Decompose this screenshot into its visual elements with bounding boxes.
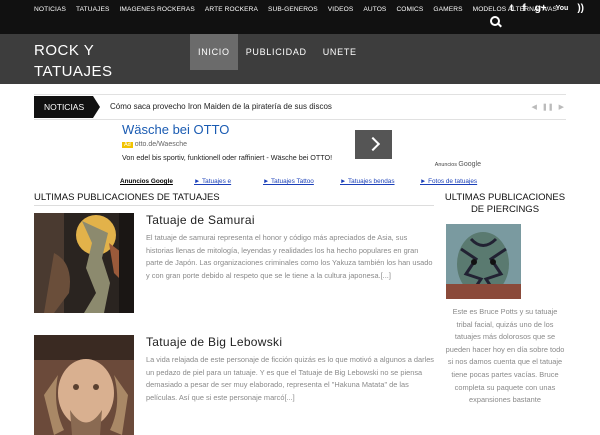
ticker-controls: ◀ ❚❚ ▶ xyxy=(531,103,564,111)
topnav-autos[interactable]: AUTOS xyxy=(363,0,386,20)
nav-inicio[interactable]: INICIO xyxy=(190,34,238,70)
post-thumbnail-big-lebowski[interactable] xyxy=(34,335,134,435)
nav-unete[interactable]: UNETE xyxy=(315,34,365,70)
sidebar-title: ULTIMAS PUBLICACIONES DE PIERCINGS xyxy=(444,192,566,215)
post-excerpt: El tatuaje de samurai representa el hono… xyxy=(146,233,433,280)
ad-link-3[interactable]: ► Tatuajes bendas xyxy=(340,178,395,185)
rss-icon[interactable]: )) xyxy=(577,4,584,14)
main-navigation: INICIO PUBLICIDAD UNETE xyxy=(190,34,365,70)
topnav-videos[interactable]: VIDEOS xyxy=(328,0,354,20)
ad-description: Von edel bis sportiv, funktionell oder r… xyxy=(122,153,333,162)
post-title[interactable]: Tatuaje de Big Lebowski xyxy=(146,335,282,349)
ad-links: Anuncios Google ► Tatuajes e ► Tatuajes … xyxy=(118,178,484,186)
topnav-sub-generos[interactable]: SUB-GENEROS xyxy=(268,0,318,20)
topnav-gamers[interactable]: GAMERS xyxy=(433,0,462,20)
topnav-noticias[interactable]: NOTICIAS xyxy=(34,0,66,20)
ad-link-4[interactable]: ► Fotos de tatuajes xyxy=(420,178,477,185)
prev-icon[interactable]: ◀ xyxy=(531,103,536,111)
topnav-arte-rockera[interactable]: ARTE ROCKERA xyxy=(205,0,258,20)
logo-line-1: ROCK Y xyxy=(34,42,95,59)
google-logo: Google xyxy=(458,161,481,168)
ad-link-1[interactable]: ► Tatuajes e xyxy=(194,178,231,185)
section-divider xyxy=(34,205,434,206)
post-title[interactable]: Tatuaje de Samurai xyxy=(146,213,255,227)
ad-title[interactable]: Wäsche bei OTTO xyxy=(122,122,229,137)
ad-arrow-button[interactable] xyxy=(355,130,392,159)
post-excerpt: La vida relajada de este personaje de fi… xyxy=(146,355,435,402)
ad-badge: Ad xyxy=(122,142,133,148)
social-links: t f g+ You )) xyxy=(510,4,584,14)
topnav-comics[interactable]: COMICS xyxy=(396,0,423,20)
topnav-imagenes-rockeras[interactable]: IMAGENES ROCKERAS xyxy=(119,0,194,20)
site-logo[interactable]: ROCK Y TATUAJES xyxy=(34,40,194,82)
topnav-tatuajes[interactable]: TATUAJES xyxy=(76,0,110,20)
ad-attribution: Anuncios Google xyxy=(435,161,481,168)
post-thumbnail-samurai[interactable] xyxy=(34,213,134,313)
ad-url: Ad otto.de/Waesche xyxy=(122,141,187,148)
top-navigation: NOTICIAS TATUAJES IMAGENES ROCKERAS ARTE… xyxy=(34,0,557,20)
ticker-label: NOTICIAS xyxy=(34,96,100,118)
ad-link-2[interactable]: ► Tatuajes Tattoo xyxy=(263,178,314,185)
sidebar-piercing-thumbnail[interactable] xyxy=(446,224,521,299)
ad-attribution-label: Anuncios xyxy=(434,162,457,168)
ad-banner[interactable]: Wäsche bei OTTO Ad otto.de/Waesche Von ed… xyxy=(118,121,484,175)
sidebar-excerpt: Este es Bruce Potts y su tatuaje tribal … xyxy=(445,307,565,405)
twitter-icon[interactable]: t xyxy=(510,4,513,14)
ad-link-google[interactable]: Anuncios Google xyxy=(120,178,173,185)
section-title: ULTIMAS PUBLICACIONES DE TATUAJES xyxy=(34,192,220,203)
news-ticker: NOTICIAS Cómo saca provecho Iron Maiden … xyxy=(34,94,566,120)
nav-publicidad[interactable]: PUBLICIDAD xyxy=(238,34,315,70)
google-plus-icon[interactable]: g+ xyxy=(535,4,547,14)
logo-line-2: TATUAJES xyxy=(34,63,113,80)
youtube-icon[interactable]: You xyxy=(556,4,569,14)
search-icon[interactable] xyxy=(490,16,502,28)
next-icon[interactable]: ▶ xyxy=(559,103,564,111)
ticker-headline[interactable]: Cómo saca provecho Iron Maiden de la pir… xyxy=(110,95,332,119)
pause-icon[interactable]: ❚❚ xyxy=(542,103,554,111)
ad-url-text: otto.de/Waesche xyxy=(134,141,188,148)
facebook-icon[interactable]: f xyxy=(522,4,525,14)
